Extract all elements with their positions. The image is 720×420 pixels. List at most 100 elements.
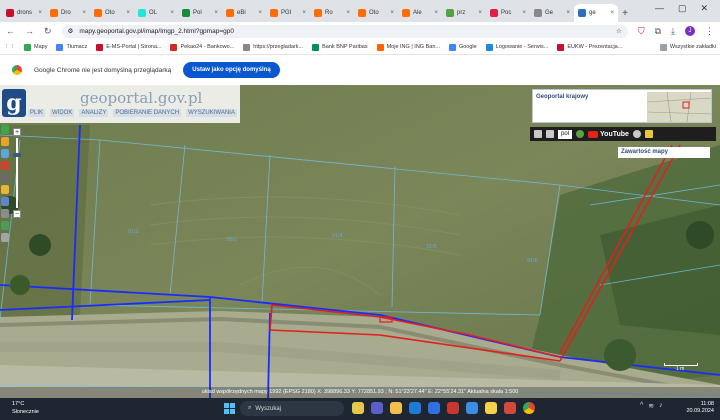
zoom-slider-handle[interactable]	[13, 153, 21, 157]
clock[interactable]: 11:08 20.09.2024	[680, 401, 714, 415]
tab-close-icon[interactable]: ×	[170, 10, 174, 16]
zoom-out-button[interactable]: −	[13, 210, 21, 218]
bookmark-item[interactable]: Tłumacz	[56, 43, 87, 51]
reload-icon[interactable]: ↻	[44, 26, 52, 37]
settings-icon[interactable]	[632, 130, 641, 138]
language-select[interactable]: pol	[558, 129, 573, 139]
zoom-slider[interactable]	[13, 138, 21, 208]
volume-icon[interactable]: ♪	[659, 402, 663, 410]
back-icon[interactable]: ←	[6, 26, 15, 36]
tab-close-icon[interactable]: ×	[390, 10, 394, 16]
close-window-icon[interactable]: ✕	[701, 3, 709, 14]
bookmark-item[interactable]: Bank BNP Paribas	[312, 43, 368, 51]
minimize-icon[interactable]: —	[655, 3, 664, 14]
weather-widget[interactable]: 17°C Słonecznie	[12, 400, 39, 416]
tab-close-icon[interactable]: ×	[346, 10, 350, 16]
settings-tool-icon[interactable]	[1, 233, 9, 242]
save-icon[interactable]	[546, 130, 554, 138]
office-app-icon[interactable]	[447, 402, 459, 414]
measure-tool-icon[interactable]	[1, 149, 9, 158]
eye-icon[interactable]	[644, 130, 653, 138]
store-app-icon[interactable]	[428, 402, 440, 414]
print-tool-icon[interactable]	[1, 173, 9, 182]
site-name[interactable]: geoportal.gov.pl	[80, 89, 202, 107]
folder-app-icon[interactable]	[485, 402, 497, 414]
browser-tab[interactable]: Ale ×	[398, 4, 442, 22]
edge-app-icon[interactable]	[409, 402, 421, 414]
extensions-icon[interactable]: ⧉	[655, 26, 661, 37]
browser-tab[interactable]: Dro ×	[46, 4, 90, 22]
browser-tab[interactable]: eBi ×	[222, 4, 266, 22]
zoom-tool-icon[interactable]	[1, 209, 9, 218]
map-viewport[interactable]: 91/1 90/1 91/4 91/5 91/6 g geoportal.gov…	[0, 85, 720, 398]
tab-close-icon[interactable]: ×	[610, 10, 614, 16]
tab-close-icon[interactable]: ×	[126, 10, 130, 16]
youtube-link[interactable]: YouTube	[588, 130, 629, 138]
bookmark-item[interactable]: Pekao24 - Bankowo...	[170, 43, 234, 51]
draw-tool-icon[interactable]	[1, 161, 9, 170]
widgets-app-icon[interactable]	[352, 402, 364, 414]
browser-tab[interactable]: Ro ×	[310, 4, 354, 22]
bookmark-star-icon[interactable]: ☆	[616, 27, 622, 35]
browser-tab[interactable]: ge ×	[574, 4, 618, 22]
set-default-button[interactable]: Ustaw jako opcję domyślną	[183, 62, 280, 78]
chevron-up-icon[interactable]: ^	[640, 402, 643, 410]
mail-app-icon[interactable]	[466, 402, 478, 414]
menu-item[interactable]: POBIERANIE DANYCH	[113, 109, 182, 117]
bookmark-item[interactable]: Logowanie - Serwis...	[485, 43, 548, 51]
browser-tab[interactable]: Oto ×	[90, 4, 134, 22]
menu-item[interactable]: ANALIZY	[79, 109, 109, 117]
layers-tool-icon[interactable]	[1, 221, 9, 230]
overview-map[interactable]	[647, 92, 711, 122]
new-tab-button[interactable]: +	[618, 4, 632, 22]
bookmark-item[interactable]: https://przegladark...	[243, 43, 303, 51]
menu-item[interactable]: PLIK	[28, 109, 46, 117]
tab-close-icon[interactable]: ×	[258, 10, 262, 16]
forward-icon[interactable]: →	[25, 26, 34, 36]
menu-kebab-icon[interactable]: ⋮	[705, 26, 714, 37]
browser-tab[interactable]: Oto ×	[354, 4, 398, 22]
start-button[interactable]	[224, 403, 235, 414]
geoportal-logo[interactable]: g	[2, 89, 26, 117]
menu-item[interactable]: WIDOK	[50, 109, 75, 117]
search-tool-icon[interactable]	[1, 197, 9, 206]
tab-close-icon[interactable]: ×	[82, 10, 86, 16]
browser-tab[interactable]: Pol ×	[178, 4, 222, 22]
browser-tab[interactable]: Ge ×	[530, 4, 574, 22]
map-content-panel[interactable]: Zawartość mapy	[618, 147, 710, 158]
tab-close-icon[interactable]: ×	[566, 10, 570, 16]
tab-close-icon[interactable]: ×	[522, 10, 526, 16]
zoom-in-button[interactable]: +	[13, 128, 21, 136]
pan-tool-icon[interactable]	[1, 137, 9, 146]
tab-close-icon[interactable]: ×	[434, 10, 438, 16]
menu-item[interactable]: WYSZUKIWANIA	[186, 109, 237, 117]
downloads-icon[interactable]: ⤓	[671, 26, 675, 37]
info-tool-icon[interactable]	[1, 125, 9, 134]
print-icon[interactable]	[534, 130, 542, 138]
apps-grid-icon[interactable]: ⋮⋮	[4, 44, 15, 50]
browser-tab[interactable]: prz ×	[442, 4, 486, 22]
pencil-tool-icon[interactable]	[1, 185, 9, 194]
maximize-icon[interactable]: ▢	[678, 3, 687, 14]
browser-tab[interactable]: PGI ×	[266, 4, 310, 22]
browser-tab[interactable]: Poc ×	[486, 4, 530, 22]
bookmark-item[interactable]: EUKW - Prezentacja...	[557, 43, 622, 51]
site-info-icon[interactable]: ⚙	[68, 27, 74, 35]
tab-close-icon[interactable]: ×	[38, 10, 42, 16]
browser-tab[interactable]: OL ×	[134, 4, 178, 22]
tab-close-icon[interactable]: ×	[302, 10, 306, 16]
taskbar-search[interactable]: ⌕ Wyszukaj	[240, 401, 344, 416]
address-bar[interactable]: ⚙ mapy.geoportal.gov.pl/imap/Imgp_2.html…	[61, 24, 628, 38]
media-app-icon[interactable]	[504, 402, 516, 414]
file-explorer-icon[interactable]	[390, 402, 402, 414]
bookmark-item[interactable]: Google	[448, 43, 477, 51]
all-bookmarks-button[interactable]: Wszystkie zakładki	[659, 43, 716, 51]
tab-close-icon[interactable]: ×	[214, 10, 218, 16]
bookmark-item[interactable]: Mapy	[24, 43, 47, 51]
teams-app-icon[interactable]	[371, 402, 383, 414]
profile-avatar[interactable]: J	[685, 26, 695, 36]
bookmark-item[interactable]: E-MS-Portal | Strona...	[96, 43, 161, 51]
tab-close-icon[interactable]: ×	[478, 10, 482, 16]
chrome-app-icon[interactable]	[523, 402, 535, 414]
extension-shield-icon[interactable]: ⛉	[638, 26, 645, 37]
